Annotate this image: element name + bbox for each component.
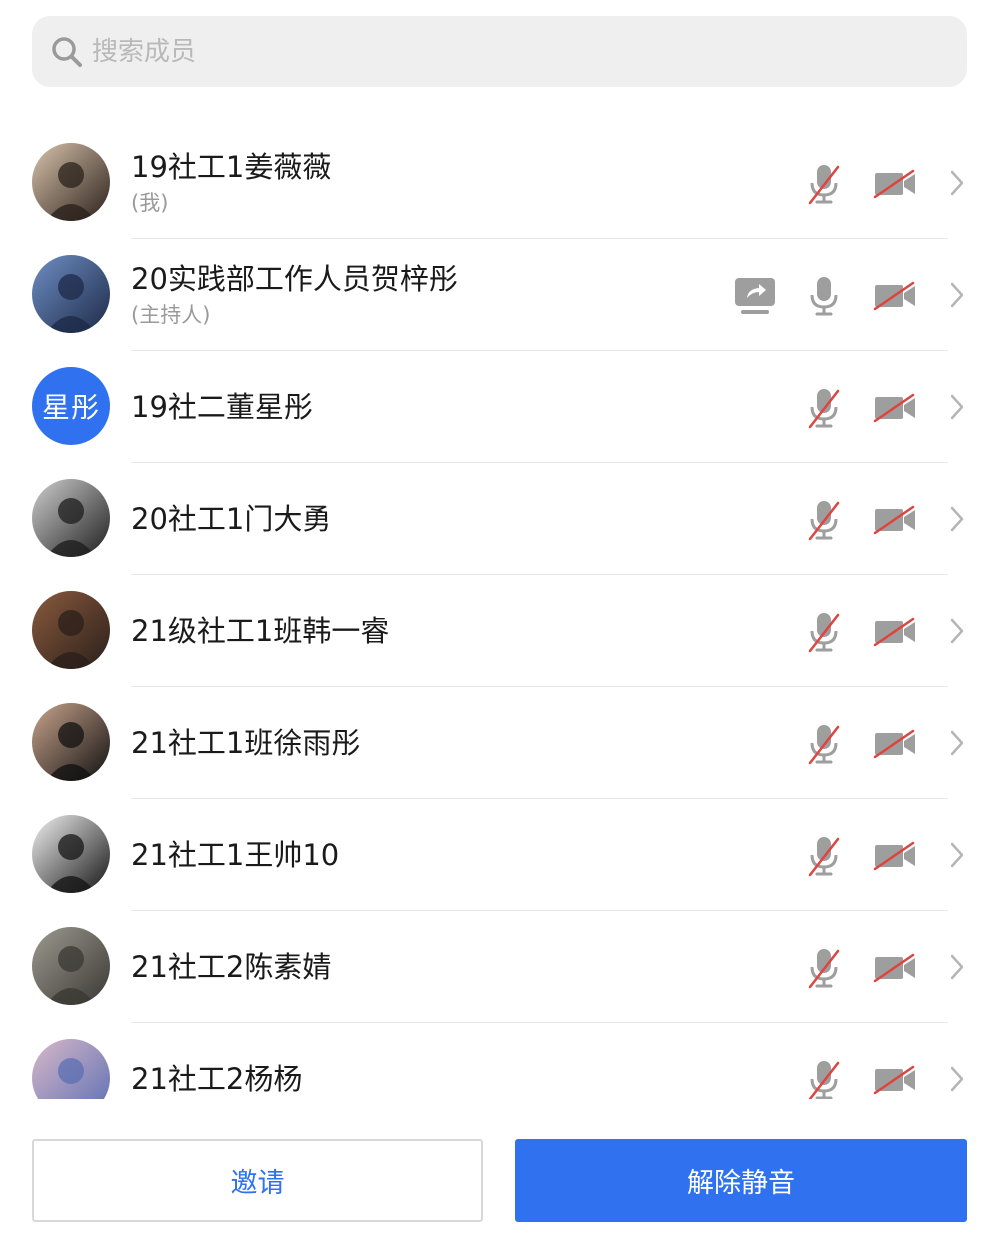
footer-actions: 邀请 解除静音 xyxy=(0,1099,998,1257)
microphone-muted-icon[interactable] xyxy=(806,947,842,993)
member-row[interactable]: 21社工2陈素婧 xyxy=(0,911,998,1023)
camera-off-icon[interactable] xyxy=(873,281,917,315)
microphone-muted-icon[interactable] xyxy=(806,1059,842,1099)
member-info: 19社二董星彤 xyxy=(131,351,313,463)
member-info: 21社工2陈素婧 xyxy=(131,911,331,1023)
member-row[interactable]: 19社工1姜薇薇 (我) xyxy=(0,127,998,239)
member-name: 21社工2杨杨 xyxy=(131,1062,303,1096)
member-row[interactable]: 星彤 19社二董星彤 xyxy=(0,351,998,463)
microphone-muted-icon[interactable] xyxy=(806,611,842,657)
member-role: (主持人) xyxy=(131,303,211,327)
microphone-icon[interactable] xyxy=(806,275,842,321)
member-name: 19社工1姜薇薇 xyxy=(131,150,332,184)
search-input[interactable] xyxy=(92,16,932,87)
member-role: (我) xyxy=(131,191,169,215)
chevron-right-icon[interactable] xyxy=(948,617,966,649)
member-info: 21社工2杨杨 xyxy=(131,1023,302,1099)
member-name: 21社工1班徐雨彤 xyxy=(131,726,361,760)
avatar xyxy=(32,927,110,1005)
avatar xyxy=(32,815,110,893)
member-row[interactable]: 21社工2杨杨 xyxy=(0,1023,998,1099)
avatar: 星彤 xyxy=(32,367,110,445)
member-name: 20社工1门大勇 xyxy=(131,502,332,536)
chevron-right-icon[interactable] xyxy=(948,169,966,201)
camera-off-icon[interactable] xyxy=(873,169,917,203)
member-name: 19社二董星彤 xyxy=(131,390,313,424)
member-row[interactable]: 21社工1王帅10 xyxy=(0,799,998,911)
member-info: 19社工1姜薇薇 (我) xyxy=(131,127,331,239)
unmute-all-button[interactable]: 解除静音 xyxy=(515,1139,967,1222)
member-info: 21社工1王帅10 xyxy=(131,799,339,911)
chevron-right-icon[interactable] xyxy=(948,841,966,873)
camera-off-icon[interactable] xyxy=(873,505,917,539)
member-row[interactable]: 20实践部工作人员贺梓彤 (主持人) xyxy=(0,239,998,351)
member-info: 20实践部工作人员贺梓彤 (主持人) xyxy=(131,239,458,351)
avatar xyxy=(32,255,110,333)
avatar xyxy=(32,1039,110,1099)
member-info: 21级社工1班韩一睿 xyxy=(131,575,389,687)
avatar xyxy=(32,143,110,221)
search-icon xyxy=(52,37,82,67)
screen-share-icon[interactable] xyxy=(733,276,777,320)
member-name: 20实践部工作人员贺梓彤 xyxy=(131,262,458,296)
member-row[interactable]: 21级社工1班韩一睿 xyxy=(0,575,998,687)
member-info: 20社工1门大勇 xyxy=(131,463,331,575)
chevron-right-icon[interactable] xyxy=(948,281,966,313)
camera-off-icon[interactable] xyxy=(873,953,917,987)
avatar xyxy=(32,703,110,781)
camera-off-icon[interactable] xyxy=(873,729,917,763)
chevron-right-icon[interactable] xyxy=(948,393,966,425)
microphone-muted-icon[interactable] xyxy=(806,723,842,769)
member-name: 21社工1王帅10 xyxy=(131,838,340,872)
camera-off-icon[interactable] xyxy=(873,1065,917,1099)
camera-off-icon[interactable] xyxy=(873,393,917,427)
member-name: 21级社工1班韩一睿 xyxy=(131,614,390,648)
member-row[interactable]: 20社工1门大勇 xyxy=(0,463,998,575)
microphone-muted-icon[interactable] xyxy=(806,499,842,545)
chevron-right-icon[interactable] xyxy=(948,1065,966,1097)
microphone-muted-icon[interactable] xyxy=(806,835,842,881)
member-name: 21社工2陈素婧 xyxy=(131,950,332,984)
member-list[interactable]: 19社工1姜薇薇 (我) 20实践部工作人员贺梓彤 (主持人) 星彤 19社二董星彤 20社… xyxy=(0,127,998,1099)
member-row[interactable]: 21社工1班徐雨彤 xyxy=(0,687,998,799)
avatar xyxy=(32,479,110,557)
microphone-muted-icon[interactable] xyxy=(806,163,842,209)
chevron-right-icon[interactable] xyxy=(948,953,966,985)
invite-button[interactable]: 邀请 xyxy=(32,1139,483,1222)
chevron-right-icon[interactable] xyxy=(948,729,966,761)
search-bar[interactable] xyxy=(32,16,967,87)
camera-off-icon[interactable] xyxy=(873,617,917,651)
member-info: 21社工1班徐雨彤 xyxy=(131,687,360,799)
avatar xyxy=(32,591,110,669)
chevron-right-icon[interactable] xyxy=(948,505,966,537)
camera-off-icon[interactable] xyxy=(873,841,917,875)
microphone-muted-icon[interactable] xyxy=(806,387,842,433)
